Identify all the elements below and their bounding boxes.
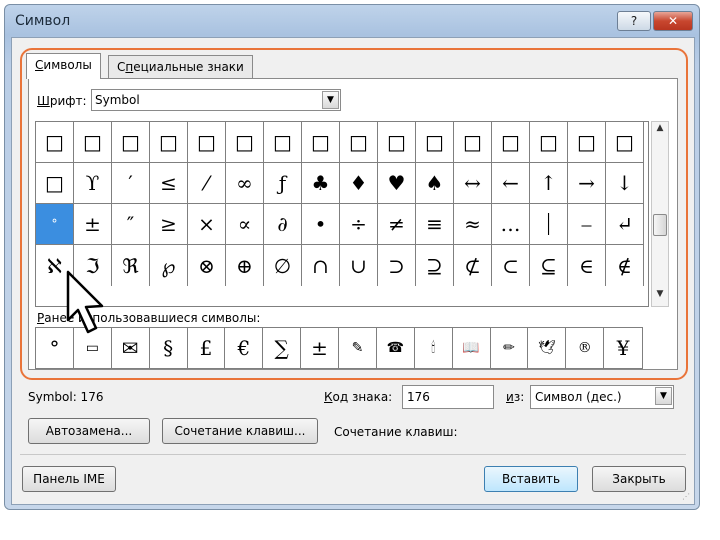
symbol-dialog: Символ ? ✕ Символы Специальные знаки Шри… bbox=[4, 4, 700, 510]
encoding-select[interactable]: Символ (дес.) ▼ bbox=[530, 385, 674, 409]
autocorrect-button[interactable]: Автозамена... bbox=[28, 418, 150, 444]
encoding-select-value: Символ (дес.) bbox=[535, 390, 622, 404]
tab-symbols[interactable]: Символы bbox=[26, 53, 101, 79]
close-window-button[interactable]: ✕ bbox=[653, 11, 693, 31]
resize-grip-icon[interactable]: ⋰ bbox=[682, 492, 692, 502]
close-button[interactable]: Закрыть bbox=[592, 466, 686, 492]
shortcut-key-button[interactable]: Сочетание клавиш... bbox=[162, 418, 318, 444]
char-code-label: Код знака: bbox=[324, 390, 393, 404]
char-code-input[interactable]: 176 bbox=[402, 385, 494, 409]
from-label: из: bbox=[506, 390, 525, 404]
shortcut-key-text: Сочетание клавиш: bbox=[334, 425, 458, 439]
symbol-info: Symbol: 176 bbox=[28, 390, 104, 404]
chevron-down-icon[interactable]: ▼ bbox=[655, 387, 672, 405]
help-button[interactable]: ? bbox=[617, 11, 651, 31]
insert-button[interactable]: Вставить bbox=[484, 466, 578, 492]
highlight-frame bbox=[20, 48, 688, 380]
ime-pad-button[interactable]: Панель IME bbox=[22, 466, 116, 492]
divider bbox=[20, 454, 686, 455]
dialog-title: Символ bbox=[15, 13, 71, 29]
dialog-client-area: Символы Специальные знаки Шрифт: Symbol … bbox=[11, 37, 695, 505]
